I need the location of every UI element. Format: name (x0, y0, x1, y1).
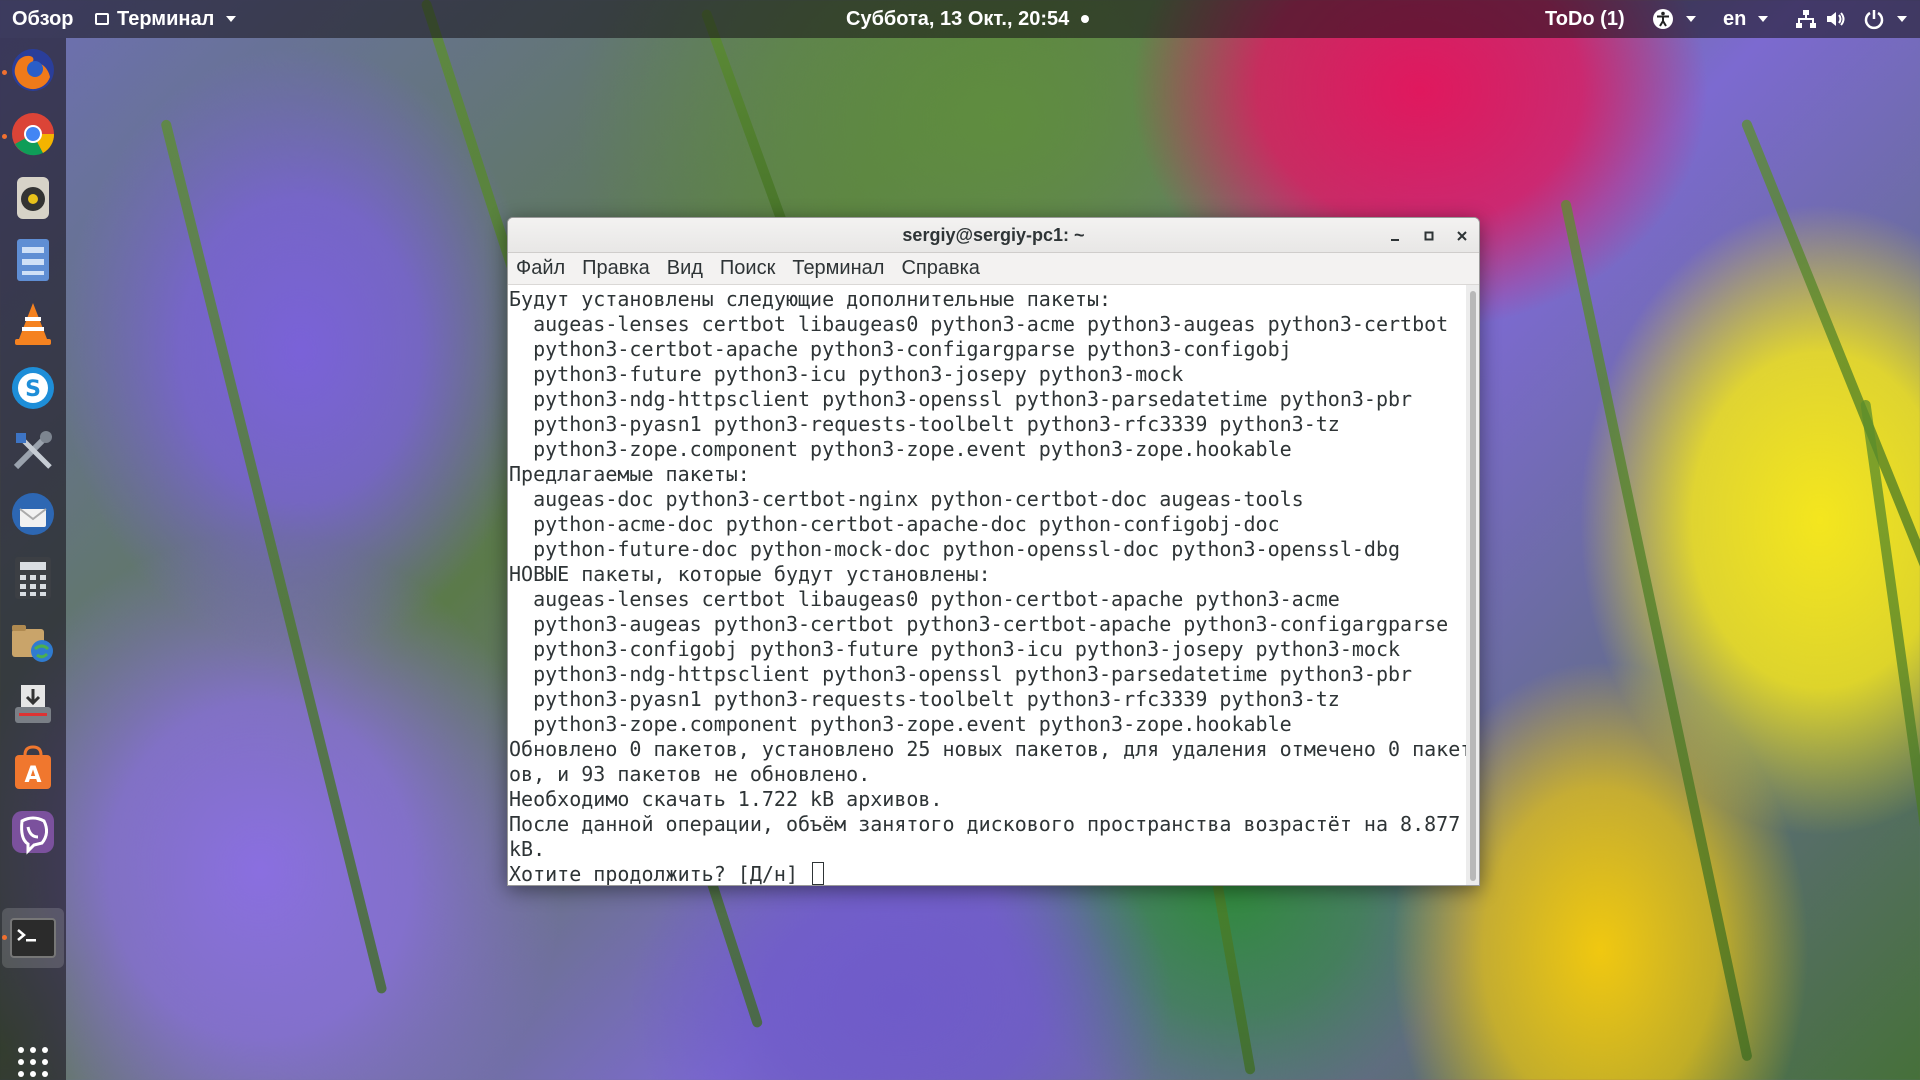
clock-label: Суббота, 13 Окт., 20:54 (846, 7, 1070, 30)
menu-file[interactable]: Файл (516, 257, 565, 280)
window-titlebar[interactable]: sergiy@sergiy-pc1: ~ (508, 218, 1479, 253)
chevron-down-icon (1758, 16, 1769, 22)
terminal-output[interactable]: Будут установлены следующие дополнительн… (508, 285, 1468, 886)
todo-indicator[interactable]: ToDo (1) (1545, 0, 1625, 38)
running-indicator (2, 935, 7, 940)
terminal-line: python3-certbot-apache python3-configarg… (509, 337, 1292, 361)
terminal-line: python3-configobj python3-future python3… (509, 637, 1401, 661)
app-grid-icon[interactable] (9, 1038, 57, 1080)
files-icon[interactable] (9, 236, 57, 284)
wallpaper-stem (1740, 118, 1920, 771)
window-title: sergiy@sergiy-pc1: ~ (902, 224, 1085, 245)
power-icon (1864, 10, 1884, 30)
menu-view[interactable]: Вид (667, 257, 703, 280)
filezilla-icon[interactable] (9, 618, 57, 666)
svg-text:S: S (25, 377, 41, 402)
terminal-icon[interactable] (9, 914, 57, 962)
thunderbird-icon[interactable] (9, 490, 57, 538)
close-button[interactable] (1448, 222, 1476, 250)
menu-edit[interactable]: Правка (582, 257, 650, 280)
terminal-line: НОВЫЕ пакеты, которые будут установлены: (509, 562, 991, 586)
terminal-line: kB. (509, 837, 546, 861)
notification-dot-icon (1081, 15, 1090, 23)
terminal-line: ов, и 93 пакетов не обновлено. (509, 762, 871, 786)
terminal-prompt: Хотите продолжить? [Д/н] (509, 862, 811, 886)
accessibility-menu[interactable] (1652, 0, 1696, 38)
terminal-line: augeas-lenses certbot libaugeas0 python3… (509, 312, 1449, 336)
close-icon (1457, 231, 1467, 241)
text-cursor (812, 862, 825, 885)
terminal-line: Будут установлены следующие дополнительн… (509, 287, 1112, 311)
system-menu[interactable] (1795, 0, 1907, 38)
wallpaper-stem (1860, 399, 1920, 1075)
menu-search[interactable]: Поиск (720, 257, 775, 280)
terminal-line: После данной операции, объём занятого ди… (509, 812, 1461, 836)
terminal-line: python-future-doc python-mock-doc python… (509, 537, 1401, 561)
maximize-button[interactable] (1415, 222, 1443, 250)
chevron-down-icon (1686, 16, 1696, 22)
tools-icon[interactable] (9, 426, 57, 474)
chevron-down-icon (1897, 16, 1907, 22)
software-center-icon[interactable]: A (9, 744, 57, 792)
terminal-line: python3-augeas python3-certbot python3-c… (509, 612, 1449, 636)
terminal-window: sergiy@sergiy-pc1: ~ Файл Правка Вид Пои… (507, 217, 1480, 886)
activities-label: Обзор (12, 7, 74, 30)
terminal-line: python3-ndg-httpsclient python3-openssl … (509, 387, 1413, 411)
terminal-line: python3-ndg-httpsclient python3-openssl … (509, 662, 1413, 686)
terminal-line: augeas-doc python3-certbot-nginx python-… (509, 487, 1304, 511)
terminal-line: Предлагаемые пакеты: (509, 462, 750, 486)
terminal-line: Необходимо скачать 1.722 kB архивов. (509, 787, 943, 811)
calculator-icon[interactable] (9, 554, 57, 602)
language-menu[interactable]: en (1723, 0, 1769, 38)
viber-icon[interactable] (9, 808, 57, 856)
vlc-icon[interactable] (9, 300, 57, 348)
app-menu-button[interactable]: Терминал (95, 0, 237, 38)
menu-bar: Файл Правка Вид Поиск Терминал Справка (508, 253, 1479, 285)
maximize-icon (1424, 231, 1434, 241)
language-label: en (1723, 7, 1747, 30)
terminal-line: python3-zope.component python3-zope.even… (509, 437, 1292, 461)
todo-label: ToDo (1) (1545, 7, 1625, 30)
scrollbar-thumb[interactable] (1470, 291, 1476, 881)
wallpaper-stem (1560, 198, 1753, 1062)
terminal-line: python3-zope.component python3-zope.even… (509, 712, 1292, 736)
wallpaper-stem (160, 118, 388, 995)
skype-icon[interactable]: S (9, 364, 57, 412)
chevron-down-icon (226, 16, 237, 22)
activities-button[interactable]: Обзор (12, 0, 74, 38)
accessibility-icon (1653, 9, 1673, 29)
network-icon (1796, 10, 1816, 28)
clock-button[interactable]: Суббота, 13 Окт., 20:54 (846, 0, 1090, 38)
terminal-line: python3-pyasn1 python3-requests-toolbelt… (509, 412, 1340, 436)
app-menu-label: Терминал (117, 7, 215, 30)
terminal-line: python3-future python3-icu python3-josep… (509, 362, 1184, 386)
running-indicator (2, 134, 7, 139)
volume-icon (1827, 12, 1845, 26)
terminal-line: Обновлено 0 пакетов, установлено 25 новы… (509, 737, 1468, 761)
menu-terminal[interactable]: Терминал (792, 257, 884, 280)
terminal-line: python3-pyasn1 python3-requests-toolbelt… (509, 687, 1340, 711)
top-panel: Обзор Терминал Суббота, 13 Окт., 20:54 T… (0, 0, 1920, 38)
scanner-icon[interactable] (9, 680, 57, 728)
terminal-prompt-line: Хотите продолжить? [Д/н] (509, 862, 1468, 886)
running-indicator (2, 70, 7, 75)
scrollbar[interactable] (1466, 285, 1479, 885)
terminal-mini-icon (95, 13, 109, 25)
menu-help[interactable]: Справка (901, 257, 979, 280)
terminal-line: augeas-lenses certbot libaugeas0 python-… (509, 587, 1340, 611)
firefox-icon[interactable] (9, 46, 57, 94)
svg-text:A: A (24, 763, 41, 788)
chrome-icon[interactable] (9, 110, 57, 158)
minimize-icon (1391, 239, 1399, 241)
dock: S A (0, 38, 66, 1080)
minimize-button[interactable] (1381, 222, 1409, 250)
terminal-line: python-acme-doc python-certbot-apache-do… (509, 512, 1280, 536)
rhythmbox-icon[interactable] (9, 174, 57, 222)
